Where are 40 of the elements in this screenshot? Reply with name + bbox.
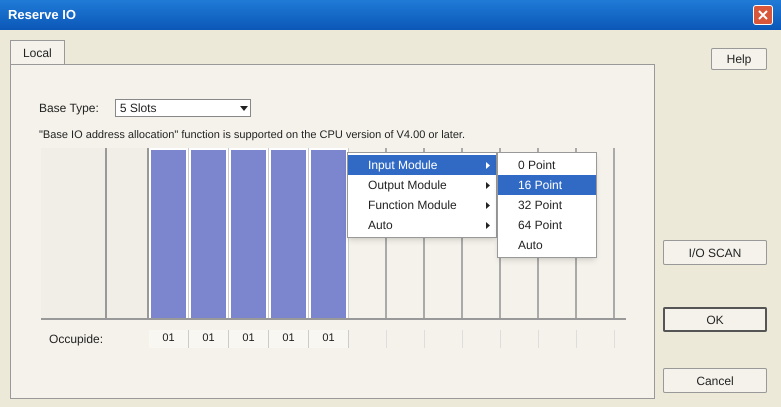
submenu-item[interactable]: 16 Point <box>498 175 596 195</box>
help-button[interactable]: Help <box>711 48 767 70</box>
io-slot[interactable] <box>189 148 229 318</box>
dialog-button[interactable]: Cancel <box>663 368 767 393</box>
notice-text: "Base IO address allocation" function is supported on the CPU version of V4.00 or later. <box>39 128 466 143</box>
submenu-arrow-icon <box>486 202 490 208</box>
io-slot[interactable] <box>229 148 269 318</box>
close-icon <box>758 10 768 20</box>
submenu-item[interactable]: 32 Point <box>498 195 596 215</box>
occupied-label: Occupide: <box>48 330 104 348</box>
menu-item-label: Output Module <box>368 177 447 194</box>
occupied-cell: 01 <box>149 330 189 348</box>
tab[interactable]: Local <box>10 40 65 64</box>
menu-item[interactable]: Function Module <box>348 195 496 215</box>
base-type-label: Base Type: <box>39 100 99 117</box>
menu-item-label: Function Module <box>368 197 457 214</box>
occupied-cell: 01 <box>269 330 309 348</box>
menu-item-label: Input Module <box>368 157 438 174</box>
dialog-button[interactable]: I/O SCAN <box>663 240 767 265</box>
dropdown-arrow-icon <box>240 106 248 110</box>
submenu-item[interactable]: 0 Point <box>498 155 596 175</box>
occupied-cell: 01 <box>309 330 349 348</box>
base-type-dropdown[interactable]: 5 Slots <box>114 99 251 117</box>
occupied-cell: 01 <box>189 330 229 348</box>
close-button[interactable] <box>753 5 773 25</box>
submenu-arrow-icon <box>486 182 490 188</box>
menu-item-label: Auto <box>368 217 393 234</box>
occupied-cell: 01 <box>229 330 269 348</box>
menu-item[interactable]: Output Module <box>348 175 496 195</box>
io-slot[interactable] <box>309 148 349 318</box>
submenu-arrow-icon <box>486 162 490 168</box>
submenu-item[interactable]: Auto <box>498 235 596 255</box>
submenu-item[interactable]: 64 Point <box>498 215 596 235</box>
io-slot[interactable] <box>269 148 309 318</box>
window-title: Reserve IO <box>8 6 76 24</box>
dialog-button[interactable]: OK <box>663 307 767 332</box>
menu-item[interactable]: Input Module <box>348 155 496 175</box>
io-slot[interactable] <box>149 148 189 318</box>
submenu-arrow-icon <box>486 222 490 228</box>
menu-item[interactable]: Auto <box>348 215 496 235</box>
